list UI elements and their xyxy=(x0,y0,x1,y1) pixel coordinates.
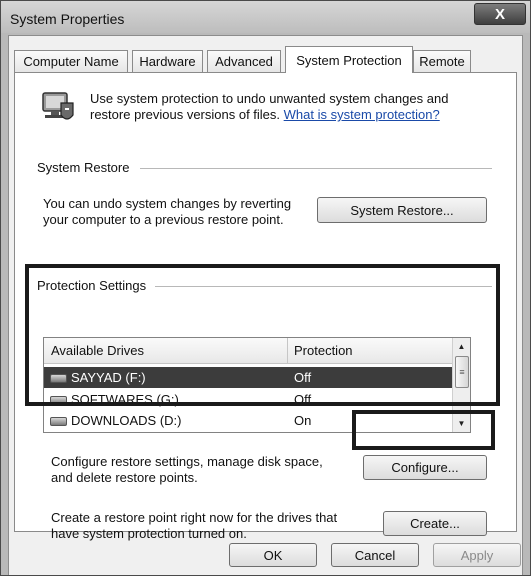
ok-button-label: OK xyxy=(263,547,283,563)
title-bar[interactable]: System Properties X xyxy=(1,1,530,33)
system-restore-button-label: System Restore... xyxy=(350,202,454,218)
system-restore-line-2: your computer to a previous restore poin… xyxy=(43,212,284,227)
create-description: Create a restore point right now for the… xyxy=(51,510,337,542)
configure-line-1: Configure restore settings, manage disk … xyxy=(51,454,323,469)
close-button[interactable]: X xyxy=(474,3,526,25)
configure-button-label: Configure... xyxy=(391,460,459,475)
create-line-1: Create a restore point right now for the… xyxy=(51,510,338,525)
configure-button-highlight xyxy=(352,410,495,450)
system-restore-line-1: You can undo system changes by reverting xyxy=(43,196,292,211)
intro-text: Use system protection to undo unwanted s… xyxy=(90,91,448,123)
drive-icon xyxy=(50,417,67,426)
close-icon: X xyxy=(494,5,505,23)
system-restore-heading: System Restore xyxy=(37,160,130,175)
tab-hardware[interactable]: Hardware xyxy=(132,50,203,72)
drive-protection: On xyxy=(294,413,312,428)
tab-advanced[interactable]: Advanced xyxy=(207,50,281,72)
tab-label: System Protection xyxy=(296,52,402,68)
cancel-button[interactable]: Cancel xyxy=(331,543,419,567)
system-restore-description: You can undo system changes by reverting… xyxy=(43,196,291,228)
what-is-system-protection-link[interactable]: What is system protection? xyxy=(284,107,440,122)
window-title: System Properties xyxy=(10,11,125,27)
tab-computer-name[interactable]: Computer Name xyxy=(14,50,128,72)
protection-settings-highlight xyxy=(25,264,500,406)
apply-button[interactable]: Apply xyxy=(433,543,521,567)
tab-system-protection[interactable]: System Protection xyxy=(285,46,413,73)
ok-button[interactable]: OK xyxy=(229,543,317,567)
configure-description: Configure restore settings, manage disk … xyxy=(51,454,323,486)
tab-label: Hardware xyxy=(139,54,196,69)
system-restore-button[interactable]: System Restore... xyxy=(317,197,487,223)
tab-remote[interactable]: Remote xyxy=(413,50,471,72)
create-line-2: have system protection turned on. xyxy=(51,526,247,541)
intro-line-1: Use system protection to undo unwanted s… xyxy=(90,91,449,106)
cancel-button-label: Cancel xyxy=(354,547,396,563)
group-divider xyxy=(140,168,492,169)
tab-label: Computer Name xyxy=(23,54,119,69)
system-protection-icon xyxy=(35,89,77,129)
create-button-label: Create... xyxy=(410,516,460,531)
configure-line-2: and delete restore points. xyxy=(51,470,198,485)
drive-name: DOWNLOADS (D:) xyxy=(71,413,182,428)
tab-label: Remote xyxy=(419,54,465,69)
configure-button[interactable]: Configure... xyxy=(363,455,487,480)
tab-label: Advanced xyxy=(215,54,273,69)
create-button[interactable]: Create... xyxy=(383,511,487,536)
intro-line-2: restore previous versions of files. xyxy=(90,107,281,122)
apply-button-label: Apply xyxy=(460,547,494,563)
